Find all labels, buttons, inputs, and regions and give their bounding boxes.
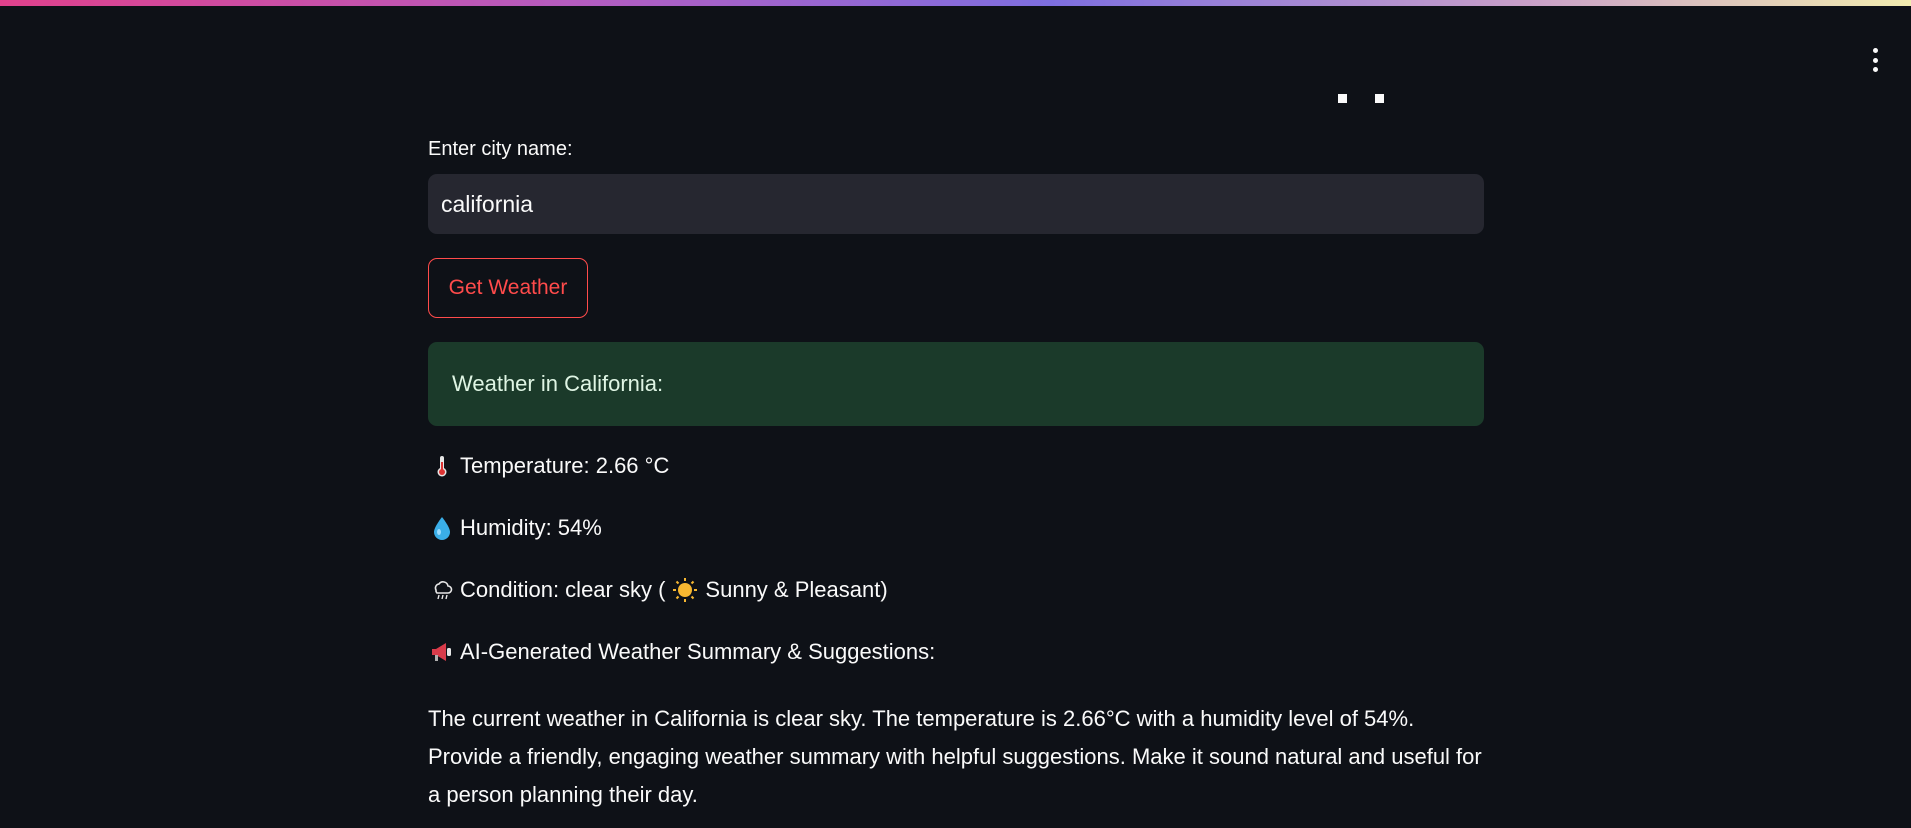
humidity-text: Humidity: 54% [460,515,602,540]
sun-icon [671,576,699,604]
condition-description: Sunny & Pleasant) [705,577,888,602]
summary-heading-line: AI-Generated Weather Summary & Suggestio… [428,638,935,666]
summary-heading: AI-Generated Weather Summary & Suggestio… [460,639,936,664]
kebab-menu-icon [1872,48,1878,53]
running-status-indicator [1338,94,1384,103]
droplet-icon [428,514,456,542]
weather-result-heading: Weather in California: [452,371,664,396]
weather-result-banner: Weather in California: [428,342,1484,426]
condition-line: Condition: clear sky ( Sunny & Pleasant) [428,576,888,604]
humidity-line: Humidity: 54% [428,514,602,542]
condition-text: Condition: clear sky ( [460,577,666,602]
temperature-text: Temperature: 2.66 °C [460,453,670,478]
temperature-line: Temperature: 2.66 °C [428,452,669,480]
get-weather-button[interactable]: Get Weather [428,258,588,318]
ai-summary-text: The current weather in California is cle… [428,706,1482,807]
thermometer-icon [428,452,456,480]
city-input-label: Enter city name: [428,138,573,160]
city-input[interactable]: california [428,174,1484,234]
top-decoration-bar [0,0,1911,6]
cloud-rain-icon [428,576,456,604]
main-menu-button[interactable] [1865,48,1885,72]
megaphone-icon [428,638,456,666]
